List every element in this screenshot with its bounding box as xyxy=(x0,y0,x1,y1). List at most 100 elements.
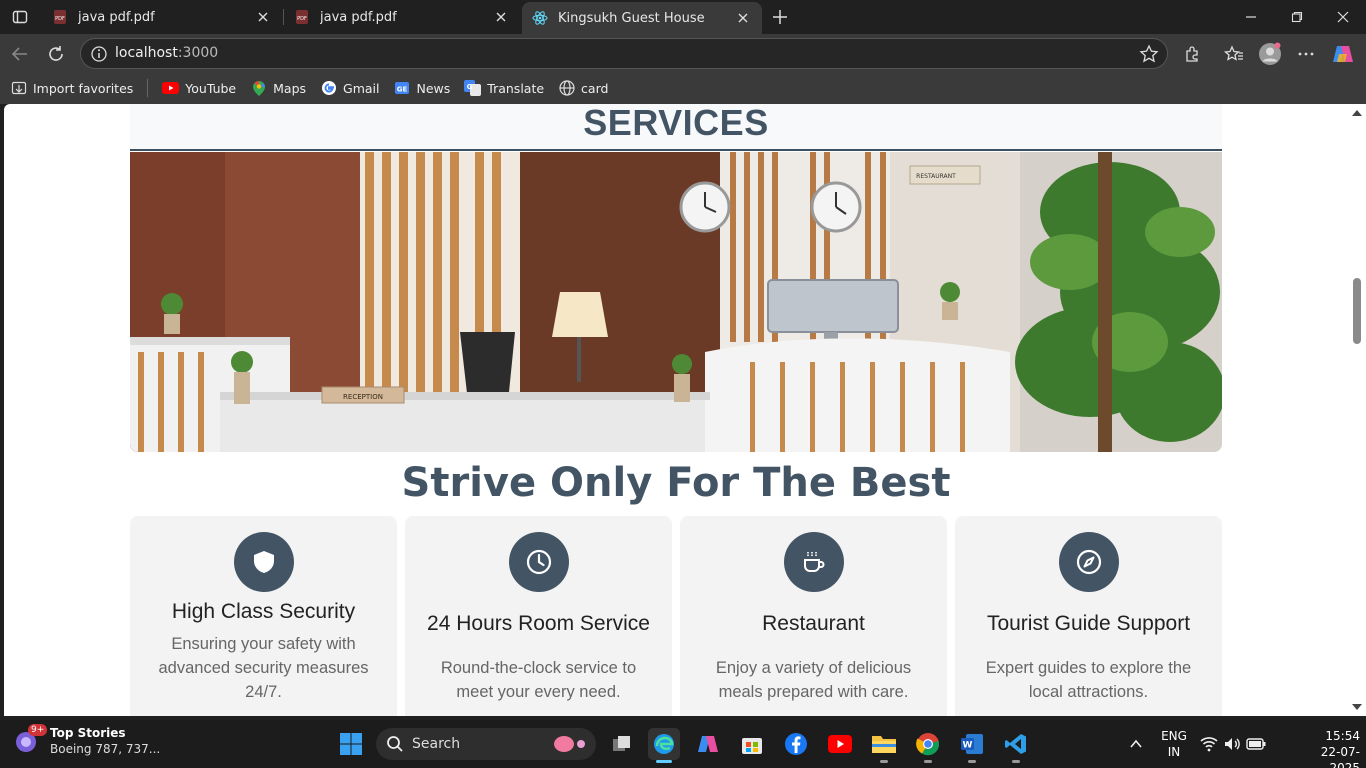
taskbar-facebook[interactable] xyxy=(780,728,812,760)
language-line2: IN xyxy=(1167,745,1181,759)
clock-icon xyxy=(526,549,552,575)
edge-icon xyxy=(654,734,674,754)
restore-button[interactable] xyxy=(1274,0,1320,34)
profile-button[interactable] xyxy=(1257,41,1283,67)
back-button[interactable] xyxy=(7,41,33,67)
tagline-heading: Strive Only For The Best xyxy=(401,460,951,506)
taskbar-word[interactable]: W xyxy=(956,728,988,763)
extensions-button[interactable] xyxy=(1180,41,1206,67)
more-horizontal-icon xyxy=(1298,52,1314,56)
refresh-button[interactable] xyxy=(43,41,69,67)
tab-title: Kingsukh Guest House xyxy=(558,10,705,26)
bookmark-label: Maps xyxy=(273,80,307,96)
system-clock[interactable]: 15:54 22-07-2025 xyxy=(1300,728,1360,768)
taskbar-search[interactable]: Search xyxy=(376,728,596,760)
minimize-button[interactable] xyxy=(1228,0,1274,34)
bookmark-label: YouTube xyxy=(185,80,237,96)
bookmark-translate[interactable]: G Translate xyxy=(464,80,544,97)
news-widget[interactable]: 9+ Top Stories Boeing 787, 737... xyxy=(14,724,160,756)
tab-java-pdf-1[interactable]: PDF java pdf.pdf xyxy=(42,0,284,34)
taskbar-store[interactable] xyxy=(736,728,768,760)
taskbar-vscode[interactable] xyxy=(1000,728,1032,763)
favorites-button[interactable] xyxy=(1221,41,1247,67)
start-button[interactable] xyxy=(335,728,367,760)
bookmark-label: Import favorites xyxy=(33,80,134,96)
task-view-button[interactable] xyxy=(606,728,638,760)
feature-card-security: High Class Security Ensuring your safety… xyxy=(130,516,397,716)
bookmark-card[interactable]: card xyxy=(558,80,608,97)
volume-icon xyxy=(1224,738,1240,750)
chevron-up-icon xyxy=(1130,739,1142,748)
shield-icon xyxy=(254,551,274,573)
bookmark-maps[interactable]: Maps xyxy=(250,80,306,97)
info-icon[interactable] xyxy=(90,45,108,63)
import-icon xyxy=(10,80,27,97)
taskbar-chrome[interactable] xyxy=(912,728,944,763)
plus-icon xyxy=(773,10,787,24)
card-title: 24 Hours Room Service xyxy=(427,612,650,635)
task-view-icon xyxy=(613,736,630,751)
language-indicator[interactable]: ENG IN xyxy=(1158,728,1190,760)
clock-time: 15:54 xyxy=(1325,729,1360,743)
search-label: Search xyxy=(412,736,461,752)
svg-text:G: G xyxy=(467,83,473,91)
section-title: SERVICES xyxy=(583,104,769,143)
copilot-icon xyxy=(698,736,718,752)
bookmark-gmail[interactable]: Gmail xyxy=(320,80,380,97)
bookmark-news[interactable]: GE News xyxy=(394,80,450,97)
widgets-icon: 9+ xyxy=(14,724,48,756)
scroll-down-icon[interactable] xyxy=(1352,704,1362,710)
quick-settings[interactable] xyxy=(1198,728,1268,760)
restore-icon xyxy=(1291,11,1303,23)
taskbar-edge[interactable] xyxy=(648,728,680,763)
tab-java-pdf-2[interactable]: PDF java pdf.pdf xyxy=(284,0,520,34)
bookmark-import-favorites[interactable]: Import favorites xyxy=(10,80,133,97)
store-icon xyxy=(742,738,762,754)
maps-icon xyxy=(250,80,267,97)
news-badge: 9+ xyxy=(28,724,48,736)
close-window-button[interactable] xyxy=(1320,0,1366,34)
windows-taskbar: 9+ Top Stories Boeing 787, 737... Search xyxy=(0,720,1366,768)
close-icon[interactable] xyxy=(734,9,752,27)
pdf-icon: PDF xyxy=(54,10,66,24)
scroll-up-icon[interactable] xyxy=(1352,110,1362,116)
taskbar-youtube[interactable] xyxy=(824,728,856,760)
coffee-cup-icon xyxy=(804,552,825,572)
close-icon[interactable] xyxy=(492,8,510,26)
copilot-button[interactable] xyxy=(1330,41,1356,67)
feature-card-tourist-guide: Tourist Guide Support Expert guides to e… xyxy=(955,516,1222,716)
address-bar[interactable]: localhost:3000 xyxy=(80,38,1168,69)
bookmarks-bar: Import favorites YouTube Maps Gmail GE N… xyxy=(0,72,1366,104)
more-menu-button[interactable] xyxy=(1293,41,1319,67)
taskbar-copilot[interactable] xyxy=(692,728,724,760)
icon-circle xyxy=(234,532,294,592)
windows-logo-icon xyxy=(340,733,362,755)
card-text: Expert guides to explore the local attra… xyxy=(985,659,1192,701)
svg-text:GE: GE xyxy=(397,86,408,94)
wifi-icon xyxy=(1200,737,1218,752)
taskbar-file-explorer[interactable] xyxy=(868,728,900,763)
close-icon[interactable] xyxy=(254,8,272,26)
icon-circle xyxy=(1059,532,1119,592)
bookmark-label: card xyxy=(581,80,609,96)
card-title: Tourist Guide Support xyxy=(986,612,1191,635)
tab-kingsukh-guest-house[interactable]: Kingsukh Guest House xyxy=(522,2,762,34)
scrollbar-thumb[interactable] xyxy=(1353,278,1361,344)
tab-actions-icon[interactable] xyxy=(8,5,32,29)
restaurant-sign-text: RESTAURANT xyxy=(916,173,956,180)
open-indicator xyxy=(968,760,976,763)
bookmark-youtube[interactable]: YouTube xyxy=(162,80,236,97)
battery-icon xyxy=(1245,738,1266,750)
copilot-icon xyxy=(1333,46,1353,62)
tab-title: java pdf.pdf xyxy=(78,9,155,25)
new-tab-button[interactable] xyxy=(768,5,792,29)
avatar-icon xyxy=(1259,42,1281,65)
show-hidden-icons-button[interactable] xyxy=(1120,728,1152,760)
card-text: Enjoy a variety of delicious meals prepa… xyxy=(715,659,912,701)
card-text: Ensuring your safety with advanced secur… xyxy=(158,635,369,701)
star-icon[interactable] xyxy=(1139,44,1159,64)
browser-toolbar: localhost:3000 xyxy=(0,34,1366,72)
pdf-icon: PDF xyxy=(296,10,308,24)
services-header: SERVICES xyxy=(130,104,1222,151)
page-scrollbar[interactable] xyxy=(1348,104,1366,716)
